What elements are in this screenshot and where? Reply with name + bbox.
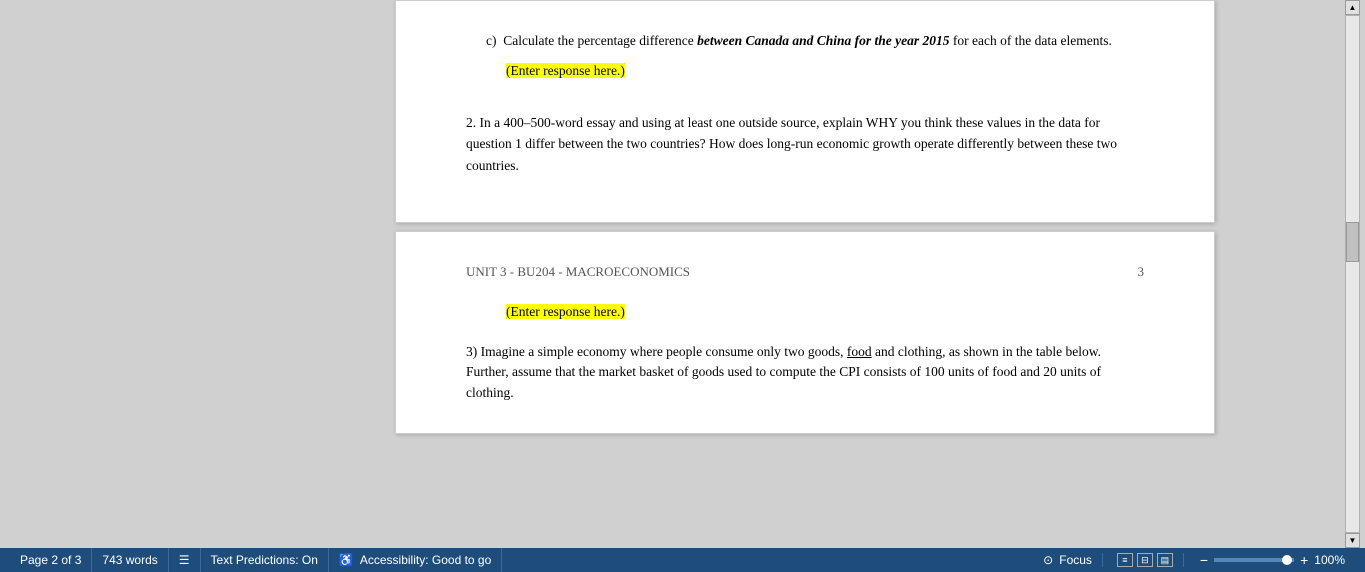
question-2: 2. In a 400–500-word essay and using at … <box>466 112 1144 177</box>
sub-c-text: Calculate the percentage difference <box>503 33 697 48</box>
response-box-1: (Enter response here.) <box>506 61 1144 81</box>
scrollbar-track[interactable] <box>1345 15 1360 533</box>
view-icon-3[interactable]: ▤ <box>1157 553 1173 567</box>
zoom-minus-button[interactable]: − <box>1198 552 1210 568</box>
page-3-document: UNIT 3 - BU204 - MACROECONOMICS 3 (Enter… <box>395 231 1215 434</box>
scroll-arrow-down[interactable]: ▼ <box>1345 533 1360 548</box>
page-info-section: Page 2 of 3 <box>10 548 92 572</box>
question-3: 3) Imagine a simple economy where people… <box>466 342 1144 403</box>
focus-section[interactable]: ⊙ Focus <box>1033 553 1103 567</box>
response-placeholder-2: (Enter response here.) <box>506 304 625 319</box>
question-2-text: 2. In a 400–500-word essay and using at … <box>466 115 1117 173</box>
left-gutter <box>0 0 270 548</box>
view-icon-1[interactable]: ≡ <box>1117 553 1133 567</box>
accessibility-icon: ♿ <box>339 553 354 567</box>
focus-label: Focus <box>1059 553 1092 567</box>
sub-question-c: c) Calculate the percentage difference b… <box>486 31 1144 51</box>
sub-c-bold-italic: between Canada and China for the year 20… <box>697 33 949 48</box>
scroll-arrow-up[interactable]: ▲ <box>1345 0 1360 15</box>
accessibility-section: ♿ Accessibility: Good to go <box>329 548 502 572</box>
zoom-slider-thumb <box>1282 555 1292 565</box>
text-predictions-text: Text Predictions: On <box>211 553 318 567</box>
word-count-section: 743 words <box>92 548 168 572</box>
page-info-text: Page 2 of 3 <box>20 553 81 567</box>
zoom-plus-button[interactable]: + <box>1298 552 1310 568</box>
read-icon-section[interactable]: ☰ <box>169 548 201 572</box>
zoom-percent-text: 100% <box>1314 553 1345 567</box>
question-3-text: 3) Imagine a simple economy where people… <box>466 344 1101 400</box>
content-area[interactable]: c) Calculate the percentage difference b… <box>270 0 1340 548</box>
page-2-document: c) Calculate the percentage difference b… <box>395 0 1215 223</box>
response-placeholder-1: (Enter response here.) <box>506 63 625 78</box>
read-mode-icon: ☰ <box>179 553 190 567</box>
right-status: ⊙ Focus ≡ ⊟ ▤ − + 100% <box>1033 552 1355 568</box>
accessibility-text: Accessibility: Good to go <box>360 553 491 567</box>
zoom-slider[interactable] <box>1214 558 1294 562</box>
view-icon-2[interactable]: ⊟ <box>1137 553 1153 567</box>
page-3-header-left: UNIT 3 - BU204 - MACROECONOMICS <box>466 262 690 282</box>
right-gutter: ▲ ▼ <box>1340 0 1365 548</box>
status-bar: Page 2 of 3 743 words ☰ Text Predictions… <box>0 548 1365 572</box>
zoom-section[interactable]: − + 100% <box>1188 552 1355 568</box>
text-predictions-section: Text Predictions: On <box>201 548 329 572</box>
sub-c-label: c) <box>486 33 497 48</box>
view-icons-section[interactable]: ≡ ⊟ ▤ <box>1107 553 1184 567</box>
page-3-header: UNIT 3 - BU204 - MACROECONOMICS 3 <box>466 262 1144 282</box>
word-count-text: 743 words <box>102 553 157 567</box>
sub-c-text2: for each of the data elements. <box>950 33 1112 48</box>
page-3-number: 3 <box>1138 262 1145 282</box>
scrollbar-thumb[interactable] <box>1346 222 1359 262</box>
focus-icon: ⊙ <box>1043 553 1053 567</box>
main-area: c) Calculate the percentage difference b… <box>0 0 1365 548</box>
response-box-2: (Enter response here.) <box>506 302 1144 322</box>
